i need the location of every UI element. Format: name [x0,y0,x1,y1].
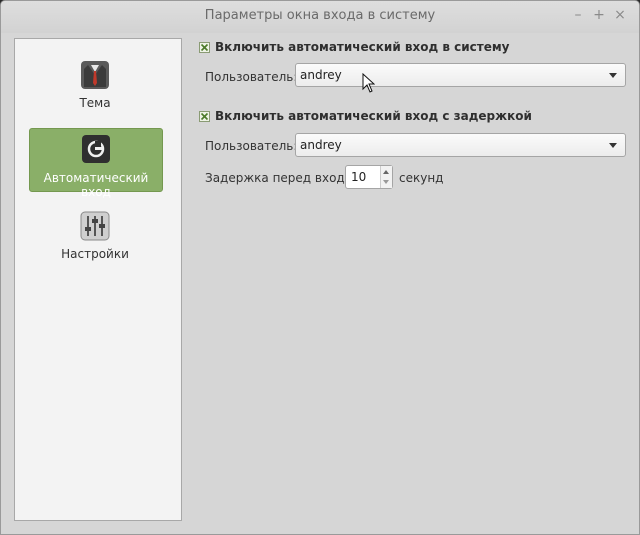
sidebar-item-settings[interactable]: Настройки [29,206,161,268]
chevron-down-icon [609,73,617,78]
sidebar-item-label: Автоматический вход [43,171,149,199]
spin-up-icon[interactable] [383,170,389,174]
timedlogin-user-select[interactable]: andrey [295,133,626,157]
mouse-pointer-icon [362,72,376,96]
timedlogin-checkbox-label[interactable]: Включить автоматический вход с задержкой [215,109,532,123]
content-panel: Включить автоматический вход в систему П… [197,37,639,534]
checkbox-x-icon [200,112,209,121]
maximize-button[interactable]: + [590,6,608,24]
sidebar-item-autologin[interactable]: Автоматический вход [29,128,163,199]
delay-unit-label: секунд [399,171,444,185]
spin-buttons[interactable] [380,166,392,188]
sliders-settings-icon [79,210,111,242]
timedlogin-user-label: Пользователь: [205,139,298,153]
window: Параметры окна входа в систему – + × Тем… [0,0,640,535]
autologin-user-label: Пользователь: [205,70,298,84]
delay-value: 10 [351,170,367,184]
autologin-user-select[interactable]: andrey [295,63,626,87]
close-button[interactable]: × [611,6,629,24]
delay-spinbutton[interactable]: 10 [345,165,393,189]
spin-down-icon[interactable] [383,180,389,184]
power-login-icon [80,133,112,165]
delay-label: Задержка перед входом: [205,171,366,185]
sidebar: Тема Автоматический вход Настройки [14,38,182,521]
sidebar-item-label: Тема [79,96,111,110]
chevron-down-icon [609,143,617,148]
titlebar[interactable]: Параметры окна входа в систему – + × [1,1,639,33]
checkbox-x-icon [200,43,209,52]
minimize-button[interactable]: – [569,6,587,24]
autologin-checkbox[interactable] [199,42,210,53]
suit-tie-icon [79,59,111,91]
sidebar-item-theme[interactable]: Тема [29,55,161,117]
autologin-user-value: andrey [300,68,342,82]
autologin-checkbox-label[interactable]: Включить автоматический вход в систему [215,40,509,54]
sidebar-item-label: Настройки [61,247,129,261]
timedlogin-checkbox[interactable] [199,111,210,122]
window-title: Параметры окна входа в систему [204,8,436,23]
timedlogin-user-value: andrey [300,138,342,152]
